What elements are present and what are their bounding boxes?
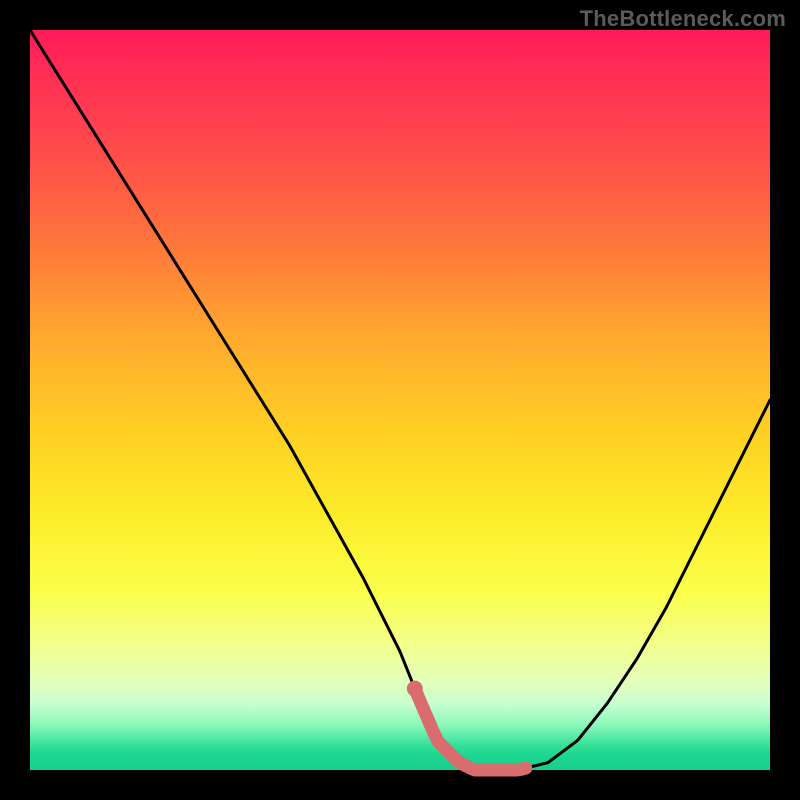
watermark-text: TheBottleneck.com (580, 6, 786, 32)
highlight-segment (415, 689, 526, 770)
chart-svg (30, 30, 770, 770)
highlight-start-dot (407, 681, 423, 697)
bottleneck-curve (30, 30, 770, 770)
plot-area (30, 30, 770, 770)
chart-frame: TheBottleneck.com (0, 0, 800, 800)
